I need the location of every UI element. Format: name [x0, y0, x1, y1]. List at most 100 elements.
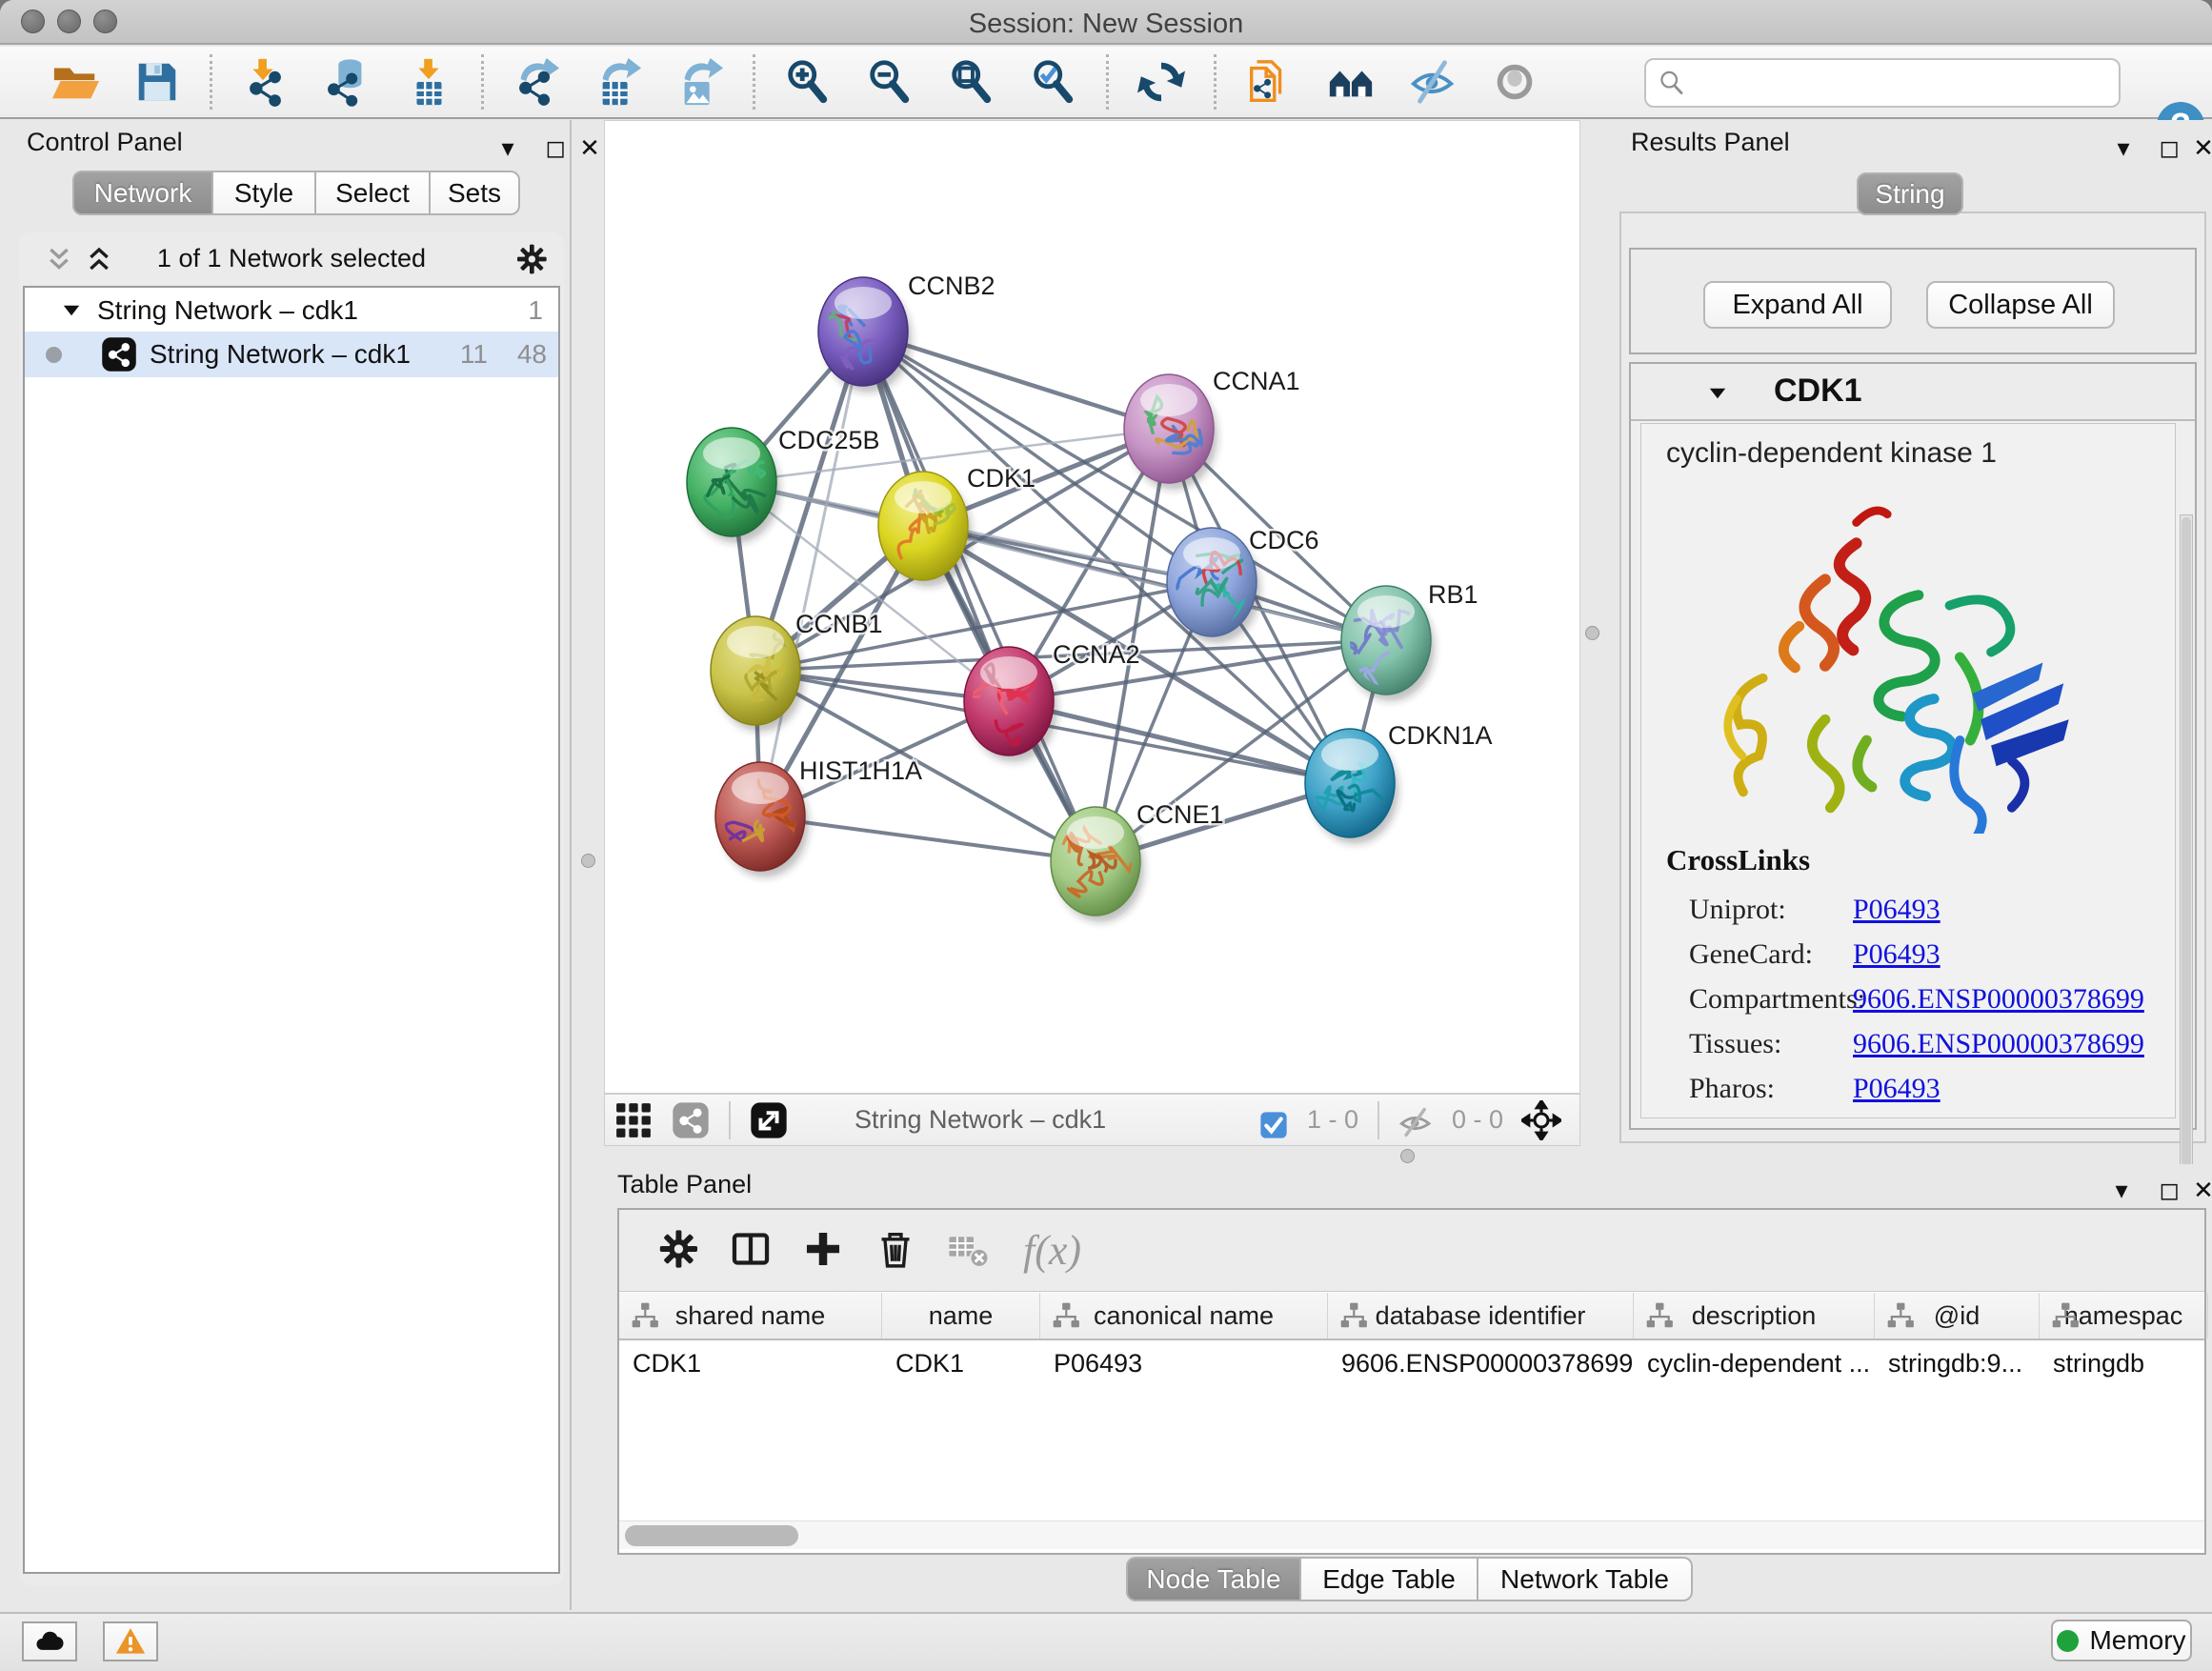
export-image-icon[interactable]	[674, 55, 727, 109]
gene-section-header[interactable]: CDK1	[1631, 364, 2195, 421]
column-header-description[interactable]: description	[1634, 1293, 1875, 1339]
splitter-handle[interactable]	[1585, 626, 1599, 640]
network-row-selected[interactable]: String Network – cdk1 11 48	[25, 332, 558, 377]
save-icon[interactable]	[131, 55, 184, 109]
columns-icon[interactable]	[729, 1227, 776, 1275]
show-hide-icon[interactable]	[1406, 55, 1459, 109]
trash-icon[interactable]	[874, 1227, 921, 1275]
close-panel-icon[interactable]: ✕	[2187, 1176, 2212, 1205]
zoom-selected-icon[interactable]	[1027, 55, 1080, 109]
plus-icon[interactable]	[801, 1227, 849, 1275]
float-panel-icon[interactable]: ▾	[492, 133, 524, 163]
column-header-shared-name[interactable]: shared name	[619, 1293, 882, 1339]
maximize-panel-icon[interactable]: ◻	[2153, 1176, 2185, 1205]
chevron-down-icon[interactable]	[59, 298, 84, 323]
column-header-name[interactable]: name	[882, 1293, 1040, 1339]
column-header--id[interactable]: @id	[1875, 1293, 2040, 1339]
tab-style[interactable]: Style	[212, 171, 315, 215]
warning-button[interactable]	[103, 1621, 158, 1661]
gear-icon[interactable]	[656, 1227, 704, 1275]
table-horizontal-scrollbar[interactable]	[619, 1520, 2204, 1549]
column-header-database-identifier[interactable]: database identifier	[1328, 1293, 1634, 1339]
view-network-icon[interactable]	[671, 1100, 711, 1140]
tab-network-table[interactable]: Network Table	[1478, 1557, 1693, 1601]
results-scrollbar[interactable]	[2180, 514, 2193, 1277]
network-edge[interactable]	[760, 816, 1096, 861]
zoom-fit-icon[interactable]	[945, 55, 998, 109]
scrollbar-thumb[interactable]	[2182, 517, 2191, 1272]
column-header-canonical-name[interactable]: canonical name	[1040, 1293, 1328, 1339]
open-folder-icon[interactable]	[49, 55, 102, 109]
tab-edge-table[interactable]: Edge Table	[1300, 1557, 1478, 1601]
table-cell[interactable]: CDK1	[619, 1340, 882, 1386]
table-cell[interactable]: 9606.ENSP00000378699	[1328, 1340, 1634, 1386]
string-home-icon[interactable]	[1324, 55, 1377, 109]
hidden-eye-icon[interactable]	[1398, 1102, 1434, 1138]
float-panel-icon[interactable]: ▾	[2105, 1176, 2138, 1205]
splitter-handle[interactable]	[1400, 1149, 1415, 1163]
table-cell[interactable]: cyclin-dependent ...	[1634, 1340, 1875, 1386]
network-edge[interactable]	[1009, 701, 1350, 783]
crosslink-link[interactable]: P06493	[1853, 1073, 1941, 1105]
table-cell[interactable]: stringdb:9...	[1875, 1340, 2040, 1386]
application-window: Session: New Session ? Control Panel ▾ ◻…	[0, 0, 2212, 1671]
zoom-in-icon[interactable]	[781, 55, 835, 109]
tab-network[interactable]: Network	[72, 171, 212, 215]
table-cell[interactable]: P06493	[1040, 1340, 1328, 1386]
maximize-panel-icon[interactable]: ◻	[2153, 133, 2185, 163]
crosslink-link[interactable]: P06493	[1853, 894, 1941, 926]
export-network-icon[interactable]	[510, 55, 563, 109]
view-grid-icon[interactable]	[613, 1100, 654, 1140]
import-table-icon[interactable]	[402, 55, 455, 109]
splitter-handle[interactable]	[581, 854, 595, 868]
refresh-icon[interactable]	[1135, 55, 1188, 109]
network-collection-row[interactable]: String Network – cdk1 1	[25, 290, 558, 332]
column-header-namespac[interactable]: namespac	[2040, 1293, 2208, 1339]
chevron-down-icon[interactable]	[1705, 381, 1730, 406]
tab-string[interactable]: String	[1857, 172, 1963, 215]
function-builder-icon[interactable]: f(x)	[1023, 1226, 1081, 1275]
tab-sets[interactable]: Sets	[430, 171, 520, 215]
network-node-CCNB1[interactable]	[711, 616, 804, 732]
network-node-RB1[interactable]	[1341, 586, 1435, 701]
string-import-icon[interactable]	[1242, 55, 1296, 109]
detach-view-icon[interactable]	[749, 1100, 789, 1140]
collapse-all-button[interactable]: Collapse All	[1926, 281, 2115, 329]
cloud-button[interactable]	[22, 1621, 77, 1661]
network-view-canvas[interactable]: CCNB2CCNA1CDC25BCDK1CDC6RB1CCNB1CCNA2CDK…	[604, 120, 1580, 1094]
close-panel-icon[interactable]: ✕	[2187, 133, 2212, 163]
tab-node-table[interactable]: Node Table	[1126, 1557, 1300, 1601]
title-bar: Session: New Session	[0, 0, 2212, 45]
table-delete-icon[interactable]	[946, 1227, 994, 1275]
search-input[interactable]	[1686, 62, 2119, 104]
table-row[interactable]: CDK1CDK1P064939606.ENSP00000378699cyclin…	[619, 1340, 2204, 1386]
maximize-panel-icon[interactable]: ◻	[539, 133, 572, 163]
crosslink-link[interactable]: 9606.ENSP00000378699	[1853, 983, 2144, 1016]
network-node-HIST1H1A[interactable]	[712, 762, 809, 877]
expand-all-button[interactable]: Expand All	[1703, 281, 1892, 329]
table-panel-title: Table Panel	[617, 1170, 752, 1198]
crosslink-link[interactable]: 9606.ENSP00000378699	[1853, 1028, 2144, 1060]
scrollbar-thumb[interactable]	[625, 1525, 798, 1546]
table-cell[interactable]: stringdb	[2040, 1340, 2208, 1386]
birdseye-icon[interactable]	[1488, 55, 1541, 109]
close-panel-icon[interactable]: ✕	[573, 133, 606, 163]
float-panel-icon[interactable]: ▾	[2107, 133, 2140, 163]
birdseye-nav-icon[interactable]	[1521, 1100, 1561, 1140]
network-node-CCNE1[interactable]	[1051, 807, 1144, 922]
import-network-icon[interactable]	[238, 55, 292, 109]
network-node-CCNA1[interactable]	[1124, 374, 1217, 490]
zoom-out-icon[interactable]	[863, 55, 916, 109]
memory-button[interactable]: Memory	[2051, 1620, 2192, 1661]
table-cell[interactable]: CDK1	[882, 1340, 1040, 1386]
search-field[interactable]	[1644, 58, 2121, 108]
import-database-icon[interactable]	[320, 55, 373, 109]
network-node-CCNB2[interactable]	[806, 277, 912, 393]
network-options-gear-icon[interactable]	[514, 242, 549, 276]
network-node-CDK1[interactable]	[878, 472, 972, 587]
network-node-CCNA2[interactable]	[964, 647, 1057, 762]
tab-select[interactable]: Select	[315, 171, 430, 215]
export-table-icon[interactable]	[592, 55, 645, 109]
crosslink-link[interactable]: P06493	[1853, 938, 1941, 971]
selected-checkbox-icon[interactable]	[1258, 1105, 1289, 1136]
